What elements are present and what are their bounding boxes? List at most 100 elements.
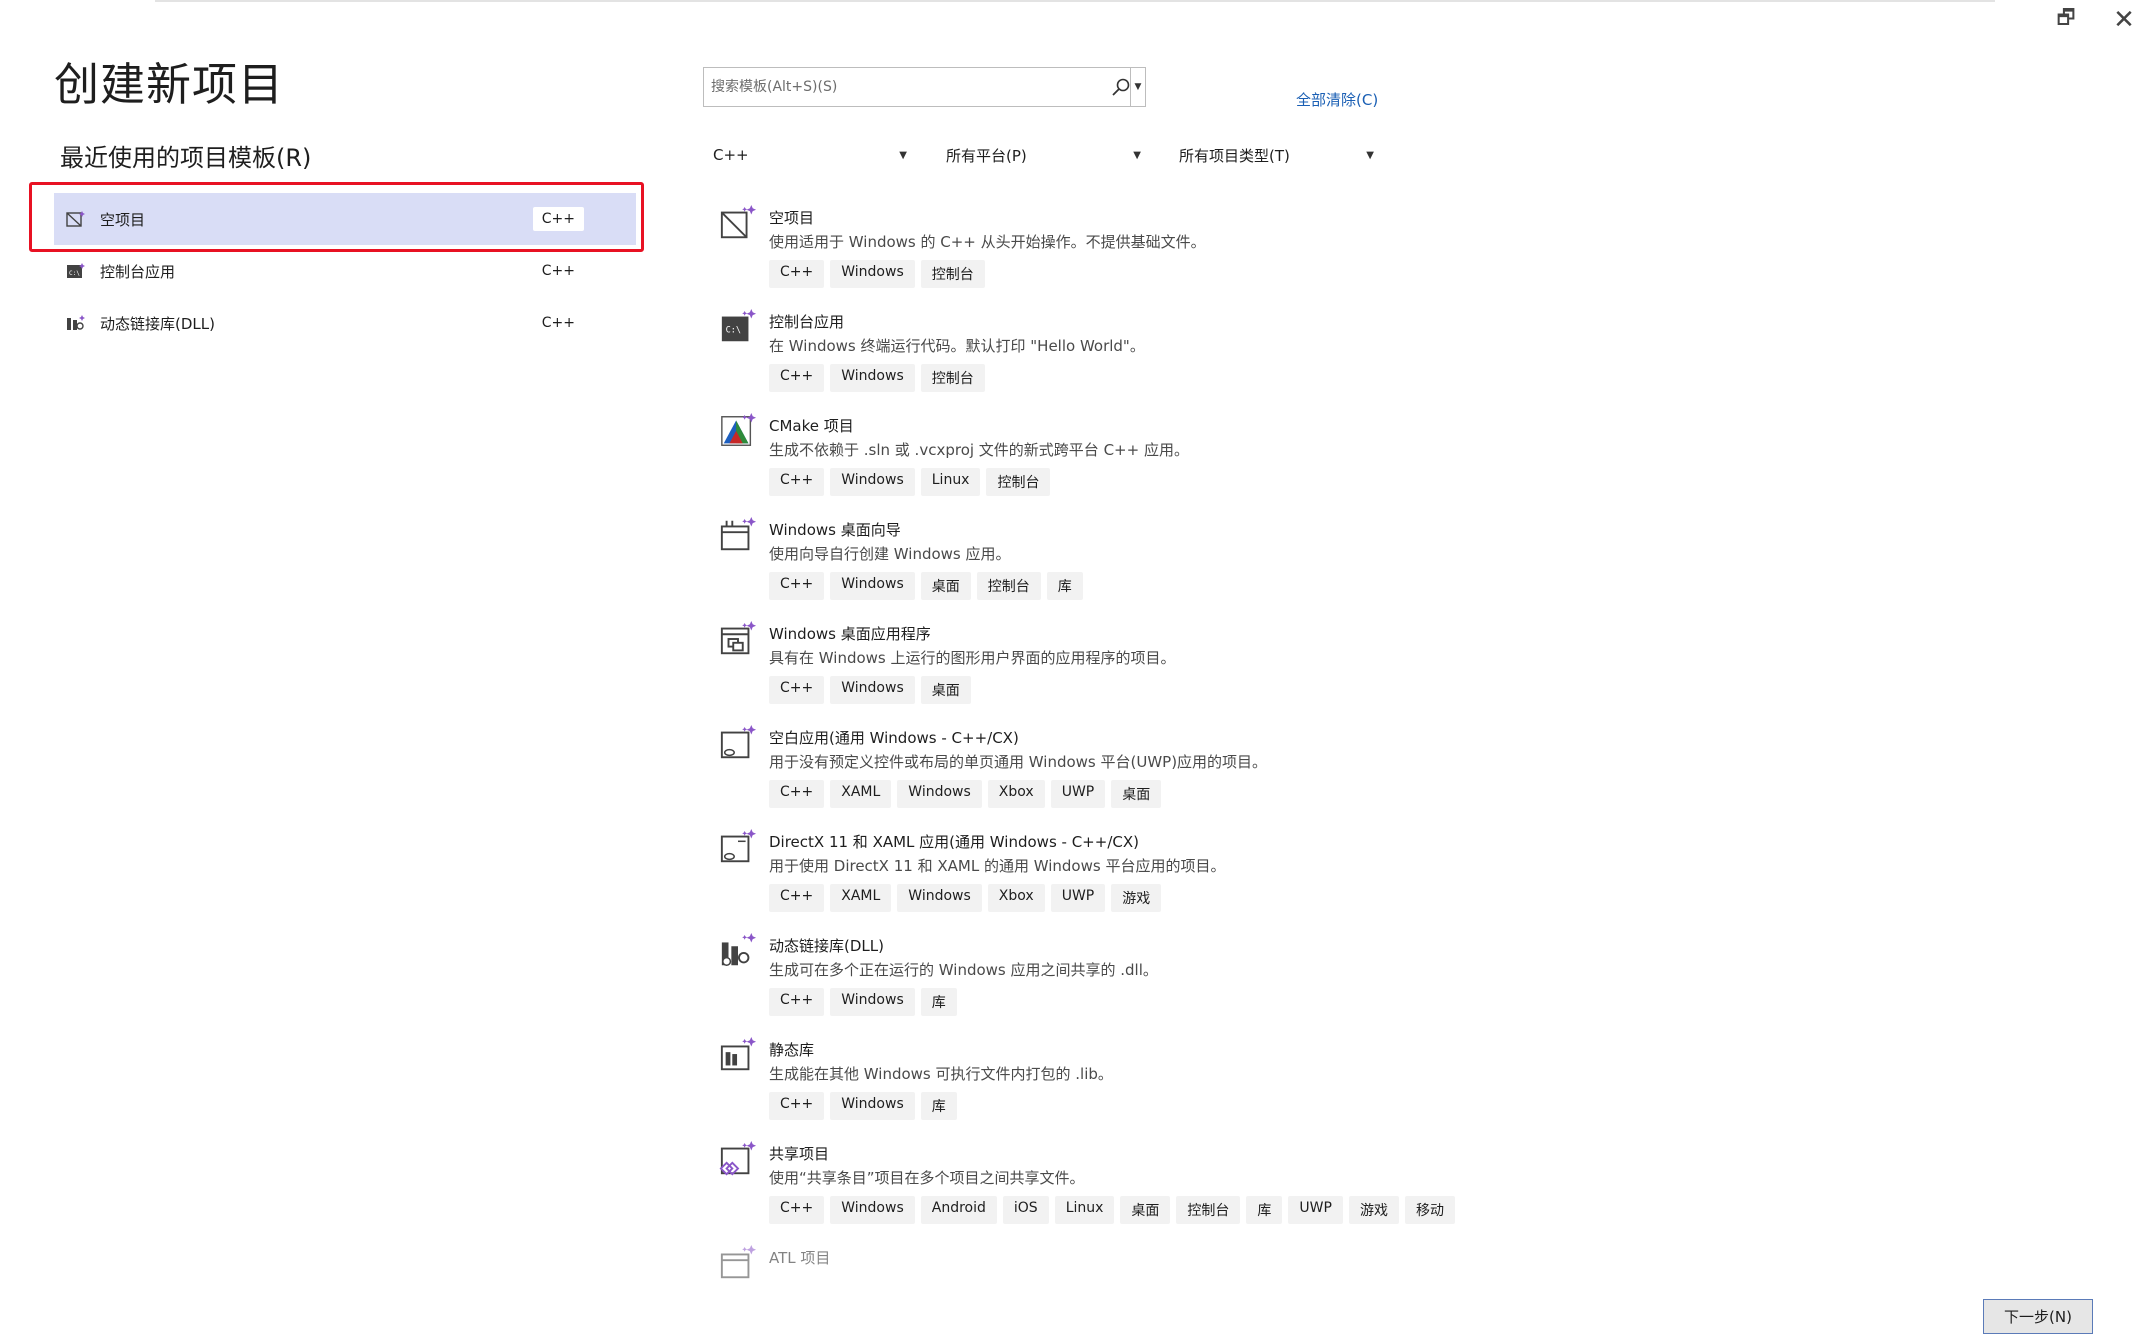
template-item[interactable]: 空项目 使用适用于 Windows 的 C++ 从头开始操作。不提供基础文件。 C+…: [716, 196, 1516, 300]
template-tag: Windows: [830, 572, 915, 600]
restore-icon: 🗗: [2056, 5, 2076, 29]
recent-item-label: 空项目: [100, 210, 146, 229]
template-tag: 桌面: [920, 572, 971, 600]
template-tags: C++ Windows Android iOS Linux 桌面 控制台库 UWP 游戏 移动: [769, 1196, 1455, 1224]
project-type-filter-dropdown[interactable]: 所有项目类型(T) ▼: [1179, 143, 1374, 167]
template-tag: C++: [769, 884, 825, 912]
template-name: DirectX 11 和 XAML 应用(通用 Windows - C++/CX…: [769, 833, 1139, 851]
template-tag: Windows: [897, 780, 982, 808]
template-tag: UWP: [1050, 884, 1106, 912]
empty-project-icon: [66, 211, 85, 227]
shared-project-icon: [719, 1140, 757, 1176]
template-item[interactable]: Windows 桌面应用程序 具有在 Windows 上运行的图形用户界面的应用程…: [716, 612, 1516, 716]
template-item[interactable]: 静态库 生成能在其他 Windows 可执行文件内打包的 .lib。 C++ Wind…: [716, 1028, 1516, 1132]
search-icon[interactable]: [1111, 77, 1131, 97]
template-tags: C++ Windows 控制台: [769, 364, 985, 392]
template-tag: 控制台: [1176, 1196, 1241, 1224]
template-item[interactable]: 动态链接库(DLL) 生成可在多个正在运行的 Windows 应用之间共享的 .d…: [716, 924, 1516, 1028]
template-tag: Windows: [830, 676, 915, 704]
template-tag: C++: [769, 676, 825, 704]
template-description: 用于没有预定义控件或布局的单页通用 Windows 平台(UWP)应用的项目。: [769, 753, 1268, 771]
template-description: 生成能在其他 Windows 可执行文件内打包的 .lib。: [769, 1065, 1113, 1083]
template-tag: C++: [769, 780, 825, 808]
template-tags: C++ XAML Windows Xbox UWP 游戏: [769, 884, 1162, 912]
static-lib-icon: [720, 1036, 757, 1071]
template-tag: 库: [920, 988, 957, 1016]
project-type-filter-value: 所有项目类型(T): [1179, 146, 1290, 165]
console-app-icon: C:\: [721, 308, 757, 342]
search-options-dropdown[interactable]: ▼: [1130, 68, 1145, 106]
template-tag: C++: [769, 468, 825, 496]
template-tag: Windows: [830, 260, 915, 288]
template-tag: Linux: [920, 468, 981, 496]
template-tag: Xbox: [987, 780, 1045, 808]
empty-project-icon: [720, 204, 757, 239]
template-tag: XAML: [830, 780, 892, 808]
template-item[interactable]: ATL 项目: [716, 1236, 1516, 1340]
template-tag: Linux: [1054, 1196, 1115, 1224]
template-search-box[interactable]: ▼: [703, 67, 1146, 107]
template-name: 动态链接库(DLL): [769, 937, 884, 955]
uwp-blank-app-icon: [720, 724, 757, 759]
desktop-wizard-icon: [720, 516, 757, 551]
template-tag: C++: [769, 572, 825, 600]
template-tag: C++: [769, 1196, 825, 1224]
template-item[interactable]: Windows 桌面向导 使用向导自行创建 Windows 应用。 C++ Windo…: [716, 508, 1516, 612]
atl-project-icon: [720, 1244, 757, 1279]
template-tag: C++: [769, 364, 825, 392]
template-tag: 移动: [1404, 1196, 1455, 1224]
close-window-button[interactable]: ✕: [2104, 5, 2132, 35]
clear-all-link[interactable]: 全部清除(C): [1296, 89, 1378, 110]
template-description: 具有在 Windows 上运行的图形用户界面的应用程序的项目。: [769, 649, 1176, 667]
template-description: 使用“共享条目”项目在多个项目之间共享文件。: [769, 1169, 1085, 1187]
template-tags: C++ Windows 桌面: [769, 676, 971, 704]
svg-text:C:\: C:\: [69, 270, 80, 277]
template-tag: 控制台: [920, 364, 985, 392]
template-tag: Windows: [897, 884, 982, 912]
template-item[interactable]: C:\ 控制台应用在 Windows 终端运行代码。默认打印 "Hello Wor…: [716, 300, 1516, 404]
chevron-down-icon: ▼: [1134, 82, 1142, 92]
template-description: 在 Windows 终端运行代码。默认打印 "Hello World"。: [769, 337, 1145, 355]
template-tag: 桌面: [1120, 1196, 1171, 1224]
recent-templates-list: 空项目 C++ C:\ 控制台应用 C++ 动态链接库(DLL) C++: [54, 193, 636, 349]
template-tag: 桌面: [1111, 780, 1162, 808]
template-name: ATL 项目: [769, 1249, 831, 1267]
recent-item-console-app[interactable]: C:\ 控制台应用 C++: [54, 245, 636, 297]
template-tags: C++ Windows Linux 控制台: [769, 468, 1051, 496]
recent-item-lang-tag: C++: [541, 263, 575, 279]
recent-item-dll[interactable]: 动态链接库(DLL) C++: [54, 297, 636, 349]
template-description: 使用向导自行创建 Windows 应用。: [769, 545, 1011, 563]
language-filter-dropdown[interactable]: C++ ▼: [713, 143, 907, 167]
template-tag: 控制台: [986, 468, 1051, 496]
template-description: 生成可在多个正在运行的 Windows 应用之间共享的 .dll。: [769, 961, 1158, 979]
template-tag: Android: [920, 1196, 997, 1224]
page-title: 创建新项目: [54, 58, 285, 111]
template-tag: UWP: [1288, 1196, 1343, 1224]
template-tag: Windows: [830, 1196, 915, 1224]
template-tag: Windows: [830, 364, 915, 392]
svg-text:C:\: C:\: [726, 326, 741, 336]
cmake-icon: [721, 412, 757, 446]
template-description: 生成不依赖于 .sln 或 .vcxproj 文件的新式跨平台 C++ 应用。: [769, 441, 1189, 459]
template-item[interactable]: 空白应用(通用 Windows - C++/CX) 用于没有预定义控件或布局的单页…: [716, 716, 1516, 820]
template-item[interactable]: DirectX 11 和 XAML 应用(通用 Windows - C++/CX…: [716, 820, 1516, 924]
recent-templates-heading: 最近使用的项目模板(R): [60, 144, 312, 172]
console-app-icon: C:\: [67, 263, 85, 278]
template-tag: XAML: [830, 884, 892, 912]
template-tag: Windows: [830, 1092, 915, 1120]
recent-item-empty-project[interactable]: 空项目 C++: [54, 193, 636, 245]
template-name: 共享项目: [769, 1145, 830, 1163]
next-button[interactable]: 下一步(N): [1983, 1299, 2093, 1334]
recent-item-lang-tag: C++: [541, 315, 575, 331]
restore-window-button[interactable]: 🗗: [2046, 5, 2086, 32]
platform-filter-dropdown[interactable]: 所有平台(P) ▼: [946, 143, 1141, 167]
template-tags: C++ XAML Windows Xbox UWP 桌面: [769, 780, 1162, 808]
template-item[interactable]: 共享项目使用“共享条目”项目在多个项目之间共享文件。 C++ Windows Andr…: [716, 1132, 1516, 1236]
dll-icon: [67, 315, 85, 330]
template-tag: C++: [769, 988, 825, 1016]
template-tag: Windows: [830, 468, 915, 496]
template-tag: 游戏: [1111, 884, 1162, 912]
template-tag: UWP: [1050, 780, 1106, 808]
template-item[interactable]: CMake 项目 生成不依赖于 .sln 或 .vcxproj 文件的新式跨平台 …: [716, 404, 1516, 508]
template-search-input[interactable]: [709, 78, 1098, 96]
